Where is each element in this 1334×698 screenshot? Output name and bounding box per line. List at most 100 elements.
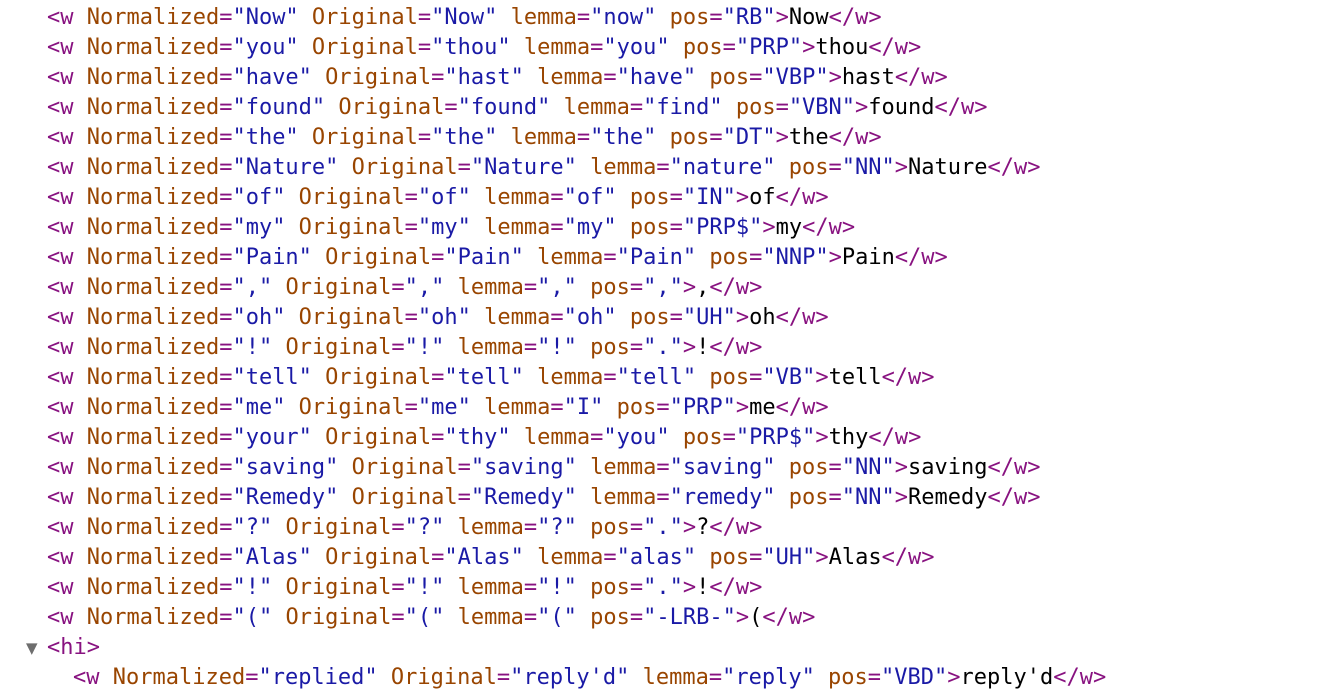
attribute-equals: = (219, 155, 233, 180)
disclosure-triangle-icon[interactable]: ▼ (26, 633, 42, 663)
original-attribute-name: Original (272, 575, 392, 600)
lemma-attribute-name: lemma (510, 425, 591, 450)
original-attribute-value: "saving" (470, 455, 577, 480)
pos-attribute-value: "NN" (841, 155, 895, 180)
w-element-line[interactable]: <w Normalized="Remedy" Original="Remedy"… (0, 483, 1334, 513)
attribute-equals: = (219, 575, 233, 600)
w-open-tag-close: > (762, 215, 776, 240)
w-element-line[interactable]: <w Normalized="Now" Original="Now" lemma… (0, 3, 1334, 33)
lemma-attribute-name: lemma (523, 65, 604, 90)
attribute-equals: = (431, 365, 445, 390)
w-element-line[interactable]: <w Normalized="you" Original="thou" lemm… (0, 33, 1334, 63)
w-element-line[interactable]: <w Normalized="tell" Original="tell" lem… (0, 363, 1334, 393)
normalized-attribute-value: "!" (232, 575, 273, 600)
attribute-equals: = (590, 425, 604, 450)
attribute-equals: = (404, 395, 418, 420)
lemma-attribute-value: "have" (616, 65, 697, 90)
w-element-line[interactable]: <w Normalized="oh" Original="oh" lemma="… (0, 303, 1334, 333)
w-open-tag-close: > (815, 545, 829, 570)
normalized-attribute-value: "saving" (232, 455, 339, 480)
attribute-equals: = (603, 245, 617, 270)
w-element-line[interactable]: <w Normalized="," Original="," lemma=","… (0, 273, 1334, 303)
w-element-line[interactable]: <w Normalized="(" Original="(" lemma="("… (0, 603, 1334, 633)
original-attribute-name: Original (285, 185, 405, 210)
w-text-content: of (749, 185, 776, 210)
lemma-attribute-name: lemma (444, 335, 524, 360)
original-attribute-value: "," (404, 275, 445, 300)
w-element-line[interactable]: <w Normalized="Pain" Original="Pain" lem… (0, 243, 1334, 273)
attribute-equals: = (523, 605, 538, 630)
w-text-content: Alas (828, 545, 882, 570)
lemma-attribute-name: lemma (629, 665, 709, 690)
original-attribute-value: "!" (404, 575, 445, 600)
w-text-content: found (868, 95, 935, 120)
pos-attribute-name: pos (656, 5, 710, 30)
attribute-equals: = (709, 5, 723, 30)
normalized-attribute-value: "my" (232, 215, 286, 240)
w-element-line[interactable]: <w Normalized="Alas" Original="Alas" lem… (0, 543, 1334, 573)
w-open-tag-close: > (682, 335, 697, 360)
w-open-tag-close: > (855, 95, 869, 120)
normalized-attribute-value: "of" (232, 185, 286, 210)
original-attribute-value: "the" (431, 125, 498, 150)
pos-attribute-name: pos (669, 35, 723, 60)
w-element-line[interactable]: <w Normalized="have" Original="hast" lem… (0, 63, 1334, 93)
hi-element-line[interactable]: ▼ <hi> (0, 633, 1334, 663)
normalized-attribute-value: "?" (232, 515, 273, 540)
attribute-equals: = (219, 275, 233, 300)
original-attribute-value: "of" (417, 185, 471, 210)
attribute-equals: = (656, 455, 670, 480)
attribute-equals: = (828, 455, 842, 480)
attribute-equals: = (775, 95, 789, 120)
pos-attribute-value: "NN" (841, 485, 895, 510)
normalized-attribute-name: Normalized (73, 335, 220, 360)
w-element-line[interactable]: <w Normalized="your" Original="thy" lemm… (0, 423, 1334, 453)
lemma-attribute-name: lemma (523, 365, 604, 390)
w-open-tag-close: > (894, 485, 909, 510)
w-open-tag-close: > (682, 275, 697, 300)
attribute-equals: = (656, 155, 670, 180)
pos-attribute-value: "RB" (722, 5, 776, 30)
attribute-equals: = (219, 545, 233, 570)
attribute-equals: = (603, 545, 617, 570)
original-attribute-value: "me" (417, 395, 471, 420)
pos-attribute-value: "." (643, 335, 683, 360)
attribute-equals: = (391, 275, 405, 300)
attribute-equals: = (550, 185, 564, 210)
lemma-attribute-value: "!" (537, 335, 577, 360)
w-element-line[interactable]: <w Normalized="found" Original="found" l… (0, 93, 1334, 123)
xml-tree-viewer: <w Normalized="Now" Original="Now" lemma… (0, 3, 1334, 693)
w-element-line[interactable]: <w Normalized="saving" Original="saving"… (0, 453, 1334, 483)
lemma-attribute-value: "the" (590, 125, 657, 150)
w-text-content: oh (749, 305, 776, 330)
w-element-line[interactable]: <w Normalized="of" Original="of" lemma="… (0, 183, 1334, 213)
w-open-tag: <w (47, 605, 74, 630)
w-element-line[interactable]: <w Normalized="replied" Original="reply'… (0, 663, 1334, 693)
attribute-equals: = (523, 335, 538, 360)
w-element-line[interactable]: <w Normalized="Nature" Original="Nature"… (0, 153, 1334, 183)
w-element-line[interactable]: <w Normalized="!" Original="!" lemma="!"… (0, 573, 1334, 603)
original-attribute-name: Original (272, 335, 392, 360)
w-text-content: thou (815, 35, 869, 60)
attribute-equals: = (708, 665, 723, 690)
w-close-tag: </w> (1053, 665, 1107, 690)
pos-attribute-value: "PRP$" (735, 425, 816, 450)
original-attribute-name: Original (285, 305, 405, 330)
hi-open-tag: <hi> (47, 635, 100, 660)
pos-attribute-value: "VB" (762, 365, 816, 390)
w-element-line[interactable]: <w Normalized="?" Original="?" lemma="?"… (0, 513, 1334, 543)
w-open-tag-close: > (735, 305, 750, 330)
w-element-line[interactable]: <w Normalized="me" Original="me" lemma="… (0, 393, 1334, 423)
attribute-equals: = (603, 365, 617, 390)
attribute-equals: = (219, 185, 233, 210)
lemma-attribute-value: "tell" (616, 365, 697, 390)
attribute-equals: = (603, 65, 617, 90)
w-element-line[interactable]: <w Normalized="my" Original="my" lemma="… (0, 213, 1334, 243)
attribute-equals: = (669, 185, 683, 210)
w-close-tag: </w> (894, 65, 948, 90)
attribute-equals: = (629, 515, 644, 540)
w-element-line[interactable]: <w Normalized="the" Original="the" lemma… (0, 123, 1334, 153)
w-open-tag-close: > (947, 665, 961, 690)
w-element-line[interactable]: <w Normalized="!" Original="!" lemma="!"… (0, 333, 1334, 363)
w-close-tag: </w> (987, 485, 1041, 510)
